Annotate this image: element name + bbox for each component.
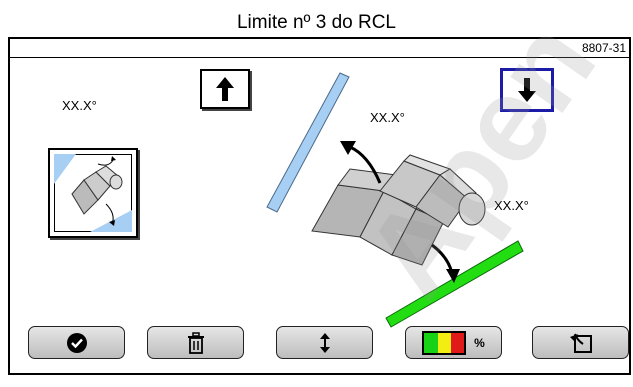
back-icon [569,333,592,353]
battery-percent-label: % [474,335,485,350]
screen-frame: 8807-31 XX.X° XX.X° XX.X° % [8,37,631,375]
arrow-up-icon [216,77,234,101]
angle-label-left: XX.X° [62,98,97,113]
back-button[interactable] [532,326,629,359]
battery-button[interactable]: % [405,326,502,359]
trash-icon [187,331,204,354]
height-button[interactable] [276,326,373,359]
up-down-icon [319,332,330,353]
table-motion-mode-button[interactable] [48,148,138,238]
figure-code: 8807-31 [581,41,626,55]
page-title: Limite nº 3 do RCL [236,12,396,33]
table-motion-icon [54,154,132,232]
table-tilt-graphic [266,72,524,328]
check-circle-icon [66,332,87,353]
move-up-button[interactable] [200,69,250,109]
confirm-button[interactable] [28,326,125,359]
battery-icon [422,330,467,355]
header-divider [10,57,629,58]
delete-button[interactable] [147,326,244,359]
